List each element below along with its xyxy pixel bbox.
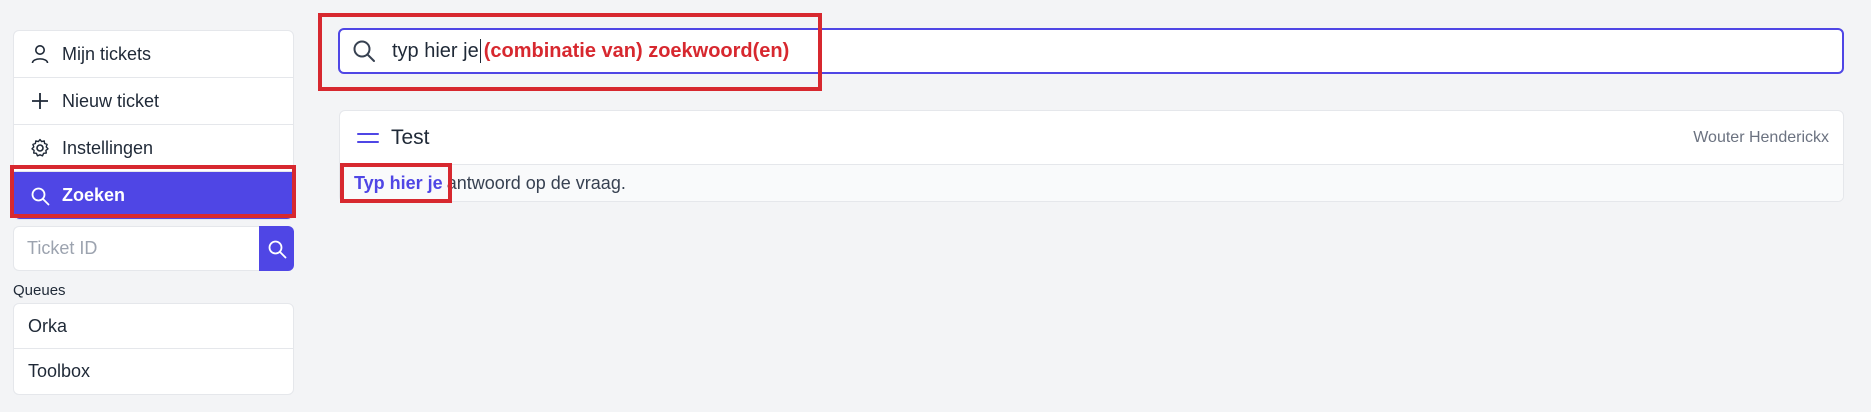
snippet-text: antwoord op de vraag. <box>446 173 626 193</box>
queue-item-toolbox[interactable]: Toolbox <box>14 349 293 394</box>
result-snippet: Typ hier je antwoord op de vraag. <box>340 165 1843 201</box>
sidebar-item-mijn-tickets[interactable]: Mijn tickets <box>14 31 293 78</box>
result-author: Wouter Henderickx <box>1693 128 1829 146</box>
queue-list: Orka Toolbox <box>13 303 294 395</box>
sidebar-item-label: Instellingen <box>62 137 154 158</box>
search-result-card[interactable]: Test Wouter Henderickx Typ hier je antwo… <box>339 110 1844 202</box>
annotation-highlight-zoeken <box>10 165 296 218</box>
menu-icon <box>357 132 379 143</box>
gear-icon <box>30 138 50 158</box>
search-icon <box>267 239 287 259</box>
result-header: Test Wouter Henderickx <box>340 111 1843 165</box>
queues-heading: Queues <box>13 282 66 299</box>
annotation-highlight-search <box>318 13 822 91</box>
ticket-search-button[interactable] <box>259 226 294 271</box>
queue-item-orka[interactable]: Orka <box>14 304 293 349</box>
plus-icon <box>30 91 50 111</box>
result-title[interactable]: Test <box>391 126 430 150</box>
annotation-highlight-match <box>340 163 452 203</box>
ticket-id-input[interactable] <box>13 226 259 271</box>
sidebar-item-label: Nieuw ticket <box>62 90 160 111</box>
sidebar-item-label: Mijn tickets <box>62 43 152 64</box>
user-icon <box>30 44 50 64</box>
sidebar-item-nieuw-ticket[interactable]: Nieuw ticket <box>14 78 293 125</box>
ticket-id-search <box>13 226 294 271</box>
